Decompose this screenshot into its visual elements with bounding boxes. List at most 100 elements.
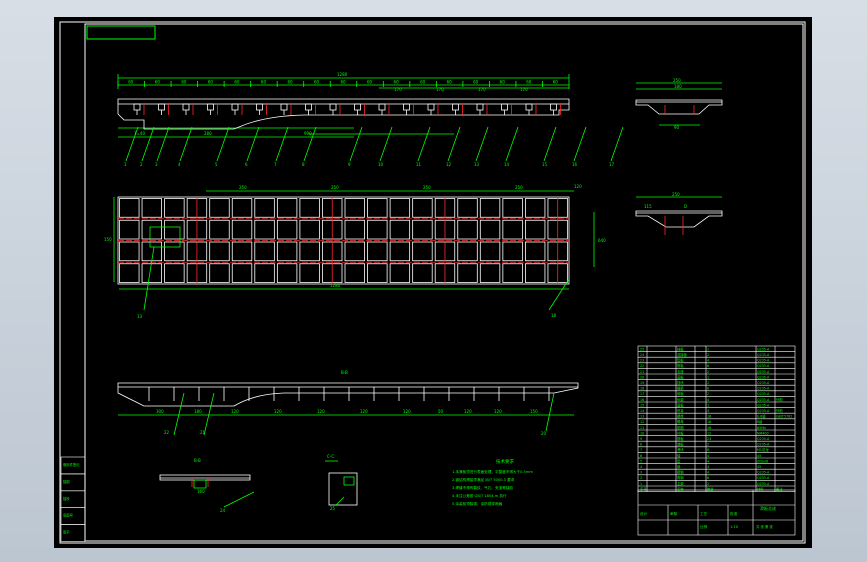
part-number: 14	[504, 162, 510, 167]
bom-cell: 16	[707, 415, 711, 419]
bom-cell: Q235-A	[757, 398, 770, 402]
bom-cell: 11	[640, 426, 644, 430]
segment-dim: 60	[500, 80, 506, 85]
bom-cell: 2	[707, 392, 709, 396]
section-title: B-B	[341, 370, 348, 375]
grid-cell	[231, 263, 253, 283]
callout: 18	[551, 313, 557, 318]
bom-cell: 12	[707, 431, 711, 435]
small-detail-callout: 25	[330, 506, 336, 511]
bom-cell: Q235-A	[757, 364, 770, 368]
grid-cell	[389, 198, 411, 218]
plan-grid-view: 250 250 250 250 120 1280 640 150 13 18	[104, 184, 606, 319]
bom-cell: 4	[707, 454, 709, 458]
bom-header-cell: 数量	[707, 486, 714, 491]
bom-cell: Q235-A	[757, 375, 770, 379]
overall-dim: 1280	[337, 72, 348, 77]
strip-label: 描校	[63, 496, 70, 501]
bom-header-cell: 序号	[640, 486, 647, 491]
section-dim: 120	[231, 409, 239, 414]
bom-cell: 8	[640, 443, 642, 447]
grid-cell	[254, 263, 275, 283]
bom-cell: 4	[707, 465, 709, 469]
leader-line	[545, 392, 555, 432]
bom-cell: 连接板	[677, 352, 688, 357]
bom-cell: 2	[707, 370, 709, 374]
title-label: 审核	[670, 511, 678, 516]
segment-dim: 60	[420, 80, 426, 85]
part-number: 2	[140, 162, 143, 167]
bom-cell: 面板	[677, 402, 684, 407]
grid-cell	[276, 241, 298, 262]
leader-line	[447, 126, 461, 162]
technical-requirements: 技术要求 1.本滑板须进行表面处理，平整度不得大于0.5mm 2.钢结构焊接须满足…	[452, 458, 533, 506]
section-dim: 120	[403, 409, 411, 414]
leader-line	[173, 392, 185, 436]
grid-cell	[276, 198, 298, 218]
rib-block	[231, 103, 239, 111]
rib-block	[329, 103, 337, 111]
bom-cell: Q235-A	[757, 437, 770, 441]
note-line: 4.未注公差按 GB/T 1804-m 执行	[452, 493, 507, 498]
segment-dim: 60	[234, 80, 240, 85]
leader-line	[505, 126, 519, 162]
bom-cell: 套	[677, 458, 681, 463]
bom-cell: 14	[640, 409, 644, 413]
bom-cell: 18	[640, 387, 644, 391]
grid-cell	[524, 219, 546, 240]
lower-dim: 280	[204, 131, 212, 136]
bom-cell: 侧板	[677, 391, 684, 396]
grid-cell	[502, 198, 523, 218]
rib-block	[182, 103, 190, 111]
bom-cell: 8	[707, 448, 709, 452]
bom-cell: 4	[707, 459, 709, 463]
bom-cell: 端板	[677, 442, 684, 447]
top-elevation-view: 128060 60 60 60 60 60 60 60 60 60 60 60 60 60 60 60 6017…	[117, 72, 624, 167]
bom-cell: 12	[640, 420, 644, 424]
bom-cell: 轴	[677, 453, 681, 458]
grid-cell	[254, 219, 275, 240]
grid-cell	[389, 241, 411, 262]
end-view-middle: 250 D 115	[635, 192, 723, 235]
grid-cell	[299, 263, 320, 283]
note-line: 3.焊缝不得有裂纹、气孔、夹渣等缺陷	[452, 485, 513, 490]
rib-block	[501, 103, 508, 111]
bom-cell: 纵梁	[677, 397, 684, 402]
bom-cell: 25	[640, 347, 644, 351]
part-number: 5	[215, 162, 218, 167]
bom-cell: 外购	[776, 408, 783, 413]
bom-cell: 17	[640, 392, 644, 396]
bom-cell: Q235-A	[757, 409, 770, 413]
grid-cell	[164, 241, 185, 262]
bom-cell: ZQSn6	[757, 459, 768, 463]
grid-cell	[457, 263, 478, 283]
drawing-canvas: 借用件登记描图描校底图号签字 128060 60 60 60 60 60 60 …	[59, 21, 806, 544]
bom-cell: 螺栓	[677, 414, 684, 419]
grid-cell	[524, 198, 546, 218]
grid-cell	[367, 241, 388, 262]
strip-label: 签字	[63, 530, 70, 535]
bom-cell: 9	[640, 437, 642, 441]
leader-line	[203, 392, 215, 436]
drawing-name: 滑板总成	[760, 505, 776, 511]
right-dim: 120	[574, 184, 582, 189]
grid-cell	[479, 241, 501, 262]
bom-cell: 挡板	[677, 346, 684, 351]
bom-cell: 8.8级	[757, 414, 766, 419]
end-mid-dim: 115	[644, 204, 652, 209]
bom-cell: 2	[707, 381, 709, 385]
grid-cell	[367, 219, 388, 240]
bottom-dim: 1280	[330, 283, 341, 288]
segment-dim: 60	[394, 80, 400, 85]
rib-block	[403, 103, 410, 111]
segment-dim: 60	[314, 80, 320, 85]
bom-cell: 筋板	[677, 363, 684, 368]
leader-line	[379, 126, 393, 162]
bom-cell: 滑块	[677, 447, 684, 452]
drawing-sheet[interactable]: 借用件登记 描图 描校 底图号 签字 1280 60 60 60 60 60 6…	[54, 17, 812, 548]
segment-dim: 60	[261, 80, 267, 85]
section-dim: 150	[530, 409, 538, 414]
bom-cell: 24	[640, 353, 644, 357]
bom-cell: 底板	[677, 374, 684, 379]
rib-block	[378, 103, 386, 111]
